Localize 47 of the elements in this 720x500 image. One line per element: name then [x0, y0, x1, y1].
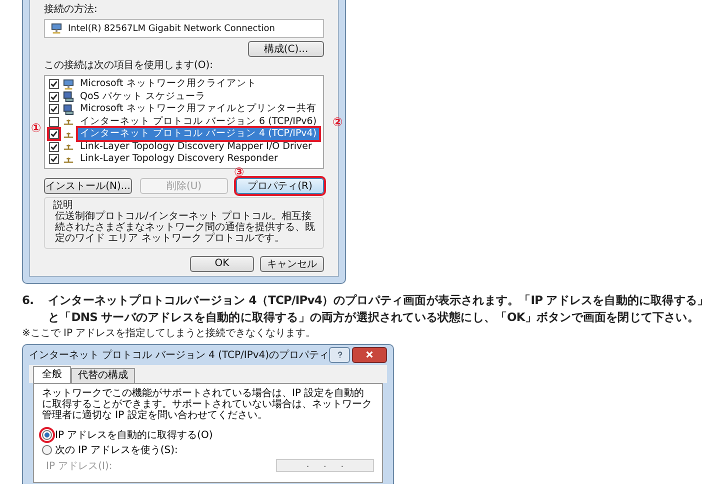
list-item[interactable]: Link-Layer Topology Discovery Responder [78, 153, 280, 166]
checkbox[interactable] [49, 142, 59, 152]
list-item[interactable]: QoS パケット スケジューラ [78, 90, 208, 103]
list-item[interactable]: Microsoft ネットワーク用クライアント [78, 78, 258, 90]
radio-label: 次の IP アドレスを使う(S): [55, 444, 178, 457]
items-label: この接続は次の項目を使用します(O): [44, 60, 214, 72]
close-icon [365, 350, 374, 359]
configure-button[interactable]: 構成(C)... [248, 41, 324, 57]
checkbox[interactable] [49, 129, 59, 140]
dialog-button[interactable]: OK [190, 256, 254, 272]
instruction-text: インターネットプロトコルバージョン 4（TCP/IPv4）のプロパティ画面が表示されます。「IP アドレスを自動的に取得する」と「DNS サーバのアドレスを自動的に取得する」の両方が選択されている状態にし、「OK」ボタンで画面を閉じて下さい。 [48, 292, 710, 326]
step-number: ③ [234, 166, 244, 178]
checkbox[interactable] [49, 92, 59, 102]
radio-button[interactable] [42, 445, 52, 455]
dialog-button[interactable]: キャンセル [260, 256, 324, 272]
list-item[interactable]: インターネット プロトコル バージョン 4 (TCP/IPv4) [78, 128, 319, 140]
step-number: ② [332, 116, 343, 128]
dialog-button[interactable]: インストール(N)... [44, 178, 132, 194]
radio-button[interactable] [42, 430, 52, 440]
tab[interactable]: 代替の構成 [71, 368, 135, 382]
window-title: インターネット プロトコル バージョン 4 (TCP/IPv4)のプロパティ [29, 348, 330, 362]
close-button[interactable] [352, 346, 387, 362]
description-text: 伝送制御プロトコル/インターネット プロトコル。相互接続されたさまざまなネットワーク間の通信を提供する、既定のワイド エリア ネットワーク プロトコルです。 [55, 210, 315, 244]
checkbox[interactable] [49, 116, 59, 127]
intro-text: ネットワークでこの機能がサポートされている場合は、IP 設定を自動的に取得することができます。サポートされていない場合は、ネットワーク管理者に適切な IP 設定を問い合わせてください。 [42, 388, 373, 420]
checkbox[interactable] [49, 104, 59, 114]
network-adapter-icon [51, 23, 62, 34]
connect-using-label: 接続の方法: [44, 4, 98, 16]
tab[interactable]: 全般 [33, 366, 71, 382]
step-number: ① [31, 122, 42, 134]
help-button[interactable] [329, 346, 350, 362]
list-item[interactable]: Link-Layer Topology Discovery Mapper I/O Driver [78, 140, 314, 153]
help-icon [336, 350, 344, 358]
component-icon [63, 78, 74, 90]
checkbox[interactable] [49, 154, 59, 164]
list-item[interactable]: Microsoft ネットワーク用ファイルとプリンター共有 [78, 103, 318, 116]
adapter-name: Intel(R) 82567LM Gigabit Network Connection [68, 24, 275, 34]
checkbox[interactable] [49, 79, 59, 90]
description-label: 説明 [53, 200, 73, 210]
component-icon [63, 104, 74, 115]
note-text: ※ここで IP アドレスを指定してしまうと接続できなくなります。 [22, 328, 317, 340]
step-number: 6. [22, 292, 35, 308]
ip-address-label: IP アドレス(I): [46, 460, 112, 472]
dialog-button[interactable]: プロパティ(R) [236, 178, 324, 194]
component-icon [63, 91, 74, 102]
list-item[interactable]: インターネット プロトコル バージョン 6 (TCP/IPv6) [78, 116, 319, 128]
radio-label: IP アドレスを自動的に取得する(O) [55, 429, 213, 442]
